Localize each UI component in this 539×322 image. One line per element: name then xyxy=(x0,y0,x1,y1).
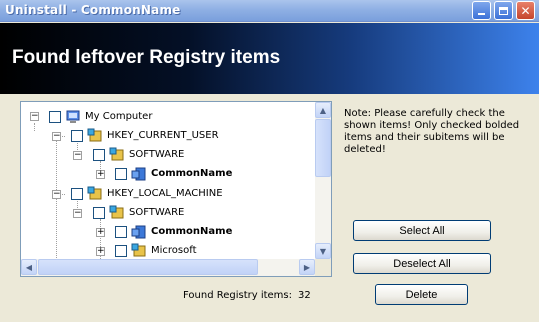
tree-checkbox[interactable] xyxy=(93,207,105,219)
tree-expander[interactable]: + xyxy=(96,247,105,256)
status-count: 32 xyxy=(298,290,311,301)
tree-checkbox[interactable] xyxy=(115,245,127,257)
minimize-icon xyxy=(478,13,485,15)
maximize-icon xyxy=(499,6,508,15)
horizontal-scroll-thumb[interactable] xyxy=(38,259,258,275)
registry-items-status: Found Registry items: 32 xyxy=(183,290,311,301)
chevron-up-icon: ▲ xyxy=(319,105,327,115)
header-banner: Found leftover Registry items xyxy=(0,23,539,94)
tree-node-label[interactable]: CommonName xyxy=(151,226,232,237)
registry-folder-icon xyxy=(131,243,146,257)
tree-checkbox[interactable] xyxy=(71,130,83,142)
tree-node-label[interactable]: My Computer xyxy=(85,111,152,122)
note-text: Note: Please carefully check the shown i… xyxy=(344,108,520,155)
window-title: Uninstall - CommonName xyxy=(5,3,181,17)
tree-connector xyxy=(34,123,35,131)
scroll-up-button[interactable]: ▲ xyxy=(315,102,331,118)
close-button[interactable]: ✕ xyxy=(516,1,535,20)
vertical-scroll-thumb[interactable] xyxy=(315,119,331,177)
registry-hive-icon xyxy=(87,128,102,142)
registry-key-icon xyxy=(131,225,146,239)
registry-tree-view[interactable]: − My Computer − HKEY_CURRENT_USER − SOFT… xyxy=(20,101,332,277)
tree-checkbox[interactable] xyxy=(93,149,105,161)
tree-node-label[interactable]: SOFTWARE xyxy=(129,149,184,160)
tree-expander[interactable]: + xyxy=(96,228,105,237)
close-icon: ✕ xyxy=(520,3,531,18)
select-all-button[interactable]: Select All xyxy=(353,220,491,241)
scroll-right-button[interactable]: ▶ xyxy=(299,259,315,275)
vertical-scrollbar[interactable]: ▲ ▼ xyxy=(315,102,331,259)
deselect-all-button[interactable]: Deselect All xyxy=(353,253,491,274)
tree-checkbox[interactable] xyxy=(49,111,61,123)
tree-node-label[interactable]: HKEY_LOCAL_MACHINE xyxy=(107,188,223,199)
tree-expander[interactable]: − xyxy=(73,209,82,218)
scrollbar-corner xyxy=(315,259,331,276)
tree-node-label[interactable]: HKEY_CURRENT_USER xyxy=(107,130,219,141)
computer-icon xyxy=(66,110,80,123)
registry-folder-icon xyxy=(109,147,124,161)
status-label: Found Registry items: xyxy=(183,290,293,301)
registry-folder-icon xyxy=(109,205,124,219)
scroll-left-button[interactable]: ◀ xyxy=(21,259,37,275)
tree-content: − My Computer − HKEY_CURRENT_USER − SOFT… xyxy=(21,102,315,259)
tree-expander[interactable]: − xyxy=(52,132,61,141)
banner-title: Found leftover Registry items xyxy=(12,47,281,68)
title-bar: Uninstall - CommonName ✕ xyxy=(0,0,539,22)
chevron-down-icon: ▼ xyxy=(319,246,327,256)
tree-expander[interactable]: + xyxy=(96,170,105,179)
tree-checkbox[interactable] xyxy=(115,226,127,238)
tree-expander[interactable]: − xyxy=(52,190,61,199)
chevron-left-icon: ◀ xyxy=(25,262,33,272)
tree-checkbox[interactable] xyxy=(115,168,127,180)
maximize-button[interactable] xyxy=(494,1,513,20)
chevron-right-icon: ▶ xyxy=(303,262,311,272)
tree-checkbox[interactable] xyxy=(71,188,83,200)
tree-expander[interactable]: − xyxy=(73,151,82,160)
tree-node-label[interactable]: CommonName xyxy=(151,168,232,179)
tree-expander[interactable]: − xyxy=(30,112,39,121)
registry-key-icon xyxy=(131,167,146,181)
tree-connector xyxy=(56,139,57,259)
scroll-down-button[interactable]: ▼ xyxy=(315,243,331,259)
delete-button[interactable]: Delete xyxy=(375,284,468,305)
registry-hive-icon xyxy=(87,186,102,200)
minimize-button[interactable] xyxy=(472,1,491,20)
tree-node-label[interactable]: Microsoft xyxy=(151,245,197,256)
horizontal-scrollbar[interactable]: ◀ ▶ xyxy=(21,259,315,276)
tree-node-label[interactable]: SOFTWARE xyxy=(129,207,184,218)
